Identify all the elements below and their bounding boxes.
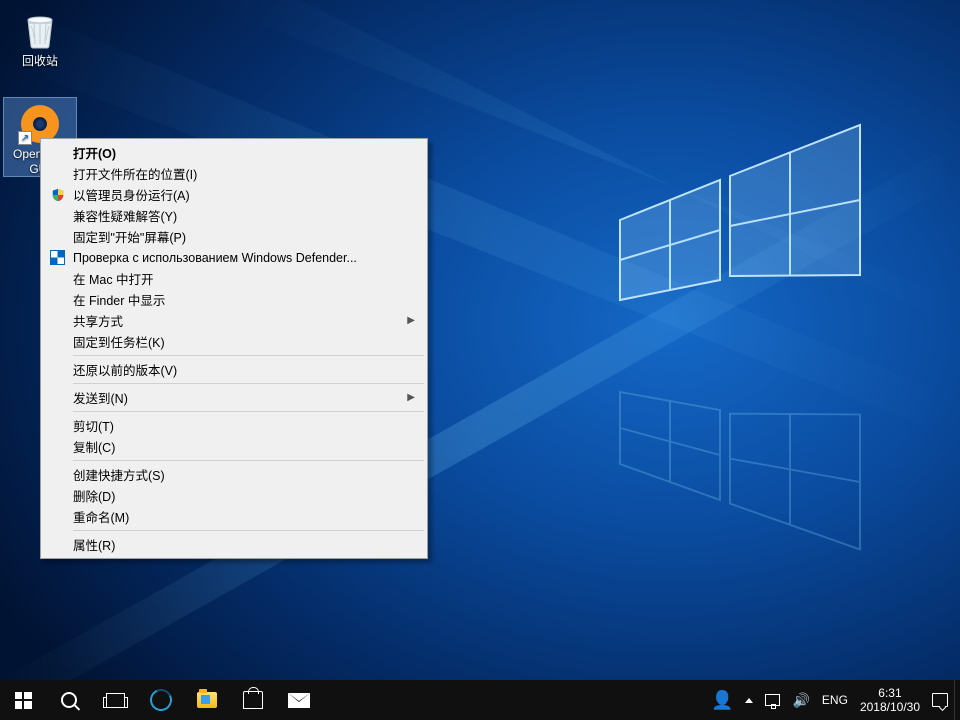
ime-label: ENG [822, 693, 848, 707]
taskbar-mail[interactable] [276, 680, 322, 720]
defender-shield-icon [49, 249, 66, 266]
menu-rename[interactable]: 重命名(M) [43, 506, 425, 527]
show-desktop-button[interactable] [954, 680, 960, 720]
menu-open-file-location[interactable]: 打开文件所在的位置(I) [43, 163, 425, 184]
store-icon [243, 691, 263, 709]
menu-send-to[interactable]: 发送到(N)▶ [43, 387, 425, 408]
menu-pin-to-start[interactable]: 固定到"开始"屏幕(P) [43, 226, 425, 247]
taskbar-store[interactable] [230, 680, 276, 720]
menu-create-shortcut[interactable]: 创建快捷方式(S) [43, 464, 425, 485]
menu-run-as-admin[interactable]: 以管理员身份运行(A) [43, 184, 425, 205]
menu-reveal-in-finder[interactable]: 在 Finder 中显示 [43, 289, 425, 310]
menu-separator [73, 460, 424, 461]
search-button[interactable] [46, 680, 92, 720]
task-view-button[interactable] [92, 680, 138, 720]
menu-restore-versions[interactable]: 还原以前的版本(V) [43, 359, 425, 380]
menu-separator [73, 411, 424, 412]
tray-ime[interactable]: ENG [816, 680, 854, 720]
clock-date: 2018/10/30 [860, 700, 920, 714]
taskbar-explorer[interactable] [184, 680, 230, 720]
action-center-icon [932, 693, 948, 707]
menu-cut[interactable]: 剪切(T) [43, 415, 425, 436]
people-icon: 👤 [711, 690, 733, 711]
shortcut-overlay-icon: ↗ [18, 131, 32, 145]
task-view-icon [106, 693, 125, 708]
taskbar-edge[interactable] [138, 680, 184, 720]
menu-copy[interactable]: 复制(C) [43, 436, 425, 457]
clock-time: 6:31 [878, 686, 901, 700]
recycle-bin-icon [18, 8, 62, 52]
context-menu: 打开(O) 打开文件所在的位置(I) 以管理员身份运行(A) 兼容性疑难解答(Y… [40, 138, 428, 559]
desktop[interactable]: 回收站 ↗ OpenVPN GUI 打开(O) 打开文件所在的位置(I) 以管理… [0, 0, 960, 720]
search-icon [61, 692, 77, 708]
taskbar: 👤 🔊 ENG 6:31 2018/10/30 [0, 680, 960, 720]
submenu-arrow-icon: ▶ [407, 315, 415, 326]
mail-icon [288, 693, 310, 708]
windows-logo-icon [15, 692, 32, 709]
submenu-arrow-icon: ▶ [407, 392, 415, 403]
menu-separator [73, 355, 424, 356]
menu-pin-to-taskbar[interactable]: 固定到任务栏(K) [43, 331, 425, 352]
network-icon [765, 694, 780, 706]
menu-open-in-mac[interactable]: 在 Mac 中打开 [43, 268, 425, 289]
menu-defender-scan[interactable]: Проверка с использованием Windows Defend… [43, 247, 425, 268]
uac-shield-icon [49, 186, 66, 203]
tray-clock[interactable]: 6:31 2018/10/30 [854, 680, 926, 720]
menu-delete[interactable]: 删除(D) [43, 485, 425, 506]
system-tray: 👤 🔊 ENG 6:31 2018/10/30 [705, 680, 960, 720]
tray-network[interactable] [759, 680, 786, 720]
tray-overflow[interactable] [739, 680, 759, 720]
file-explorer-icon [197, 692, 217, 708]
menu-share-with[interactable]: 共享方式▶ [43, 310, 425, 331]
tray-volume[interactable]: 🔊 [786, 680, 815, 720]
tray-action-center[interactable] [926, 680, 954, 720]
menu-properties[interactable]: 属性(R) [43, 534, 425, 555]
menu-separator [73, 530, 424, 531]
volume-icon: 🔊 [792, 692, 809, 709]
menu-open[interactable]: 打开(O) [43, 142, 425, 163]
icon-label: 回收站 [22, 54, 58, 68]
menu-troubleshoot-compat[interactable]: 兼容性疑难解答(Y) [43, 205, 425, 226]
desktop-icon-recycle-bin[interactable]: 回收站 [4, 4, 76, 82]
chevron-up-icon [745, 698, 753, 703]
menu-separator [73, 383, 424, 384]
edge-icon [147, 686, 175, 714]
start-button[interactable] [0, 680, 46, 720]
tray-people[interactable]: 👤 [705, 680, 739, 720]
